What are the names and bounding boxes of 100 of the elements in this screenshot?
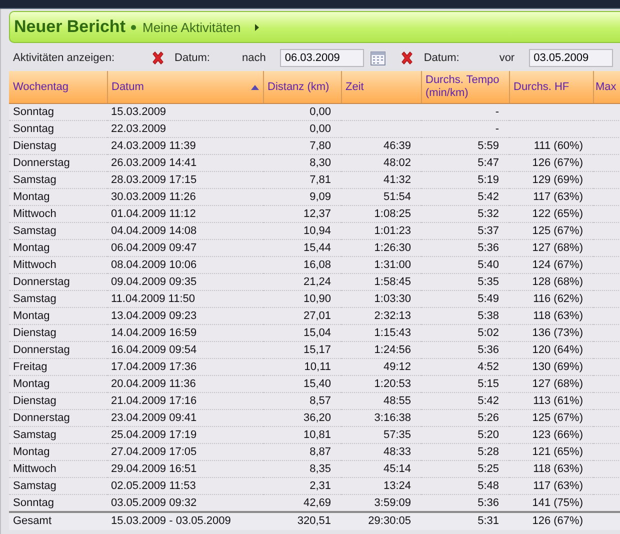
remove-icon[interactable] bbox=[400, 51, 414, 65]
table-cell: 5:47 bbox=[421, 154, 509, 172]
table-cell: 51:54 bbox=[341, 188, 421, 206]
table-cell: Dienstag bbox=[9, 392, 107, 410]
table-cell: 48:33 bbox=[341, 444, 421, 460]
table-cell: 124 (67%) bbox=[509, 256, 593, 274]
table-cell: 46:39 bbox=[341, 138, 421, 154]
table-cell: 5:35 bbox=[421, 274, 509, 290]
table-cell: 8,87 bbox=[263, 444, 341, 460]
table-cell: 10,81 bbox=[263, 426, 341, 444]
table-cell: Donnerstag bbox=[9, 154, 107, 172]
table-cell: Mittwoch bbox=[9, 460, 107, 478]
table-cell: 2,31 bbox=[263, 478, 341, 494]
table-cell: Montag bbox=[9, 444, 107, 460]
table-cell: 5:28 bbox=[421, 444, 509, 460]
table-cell: 27.04.2009 17:05 bbox=[107, 444, 263, 460]
total-cell: 5:31 bbox=[421, 512, 509, 530]
table-cell: 5:49 bbox=[421, 290, 509, 308]
table-cell: Freitag bbox=[9, 358, 107, 376]
table-cell: 9,09 bbox=[263, 188, 341, 206]
table-cell: 5:32 bbox=[421, 206, 509, 222]
table-cell: 8,57 bbox=[263, 392, 341, 410]
column-header[interactable]: Zeit bbox=[341, 71, 421, 104]
filter-field: Datum: bbox=[174, 52, 210, 64]
table-cell: 49:12 bbox=[341, 358, 421, 376]
table-cell: Mittwoch bbox=[9, 206, 107, 222]
table-cell: 1:26:30 bbox=[341, 240, 421, 256]
table-cell: 113 (61%) bbox=[509, 392, 593, 410]
table-cell: 121 (65%) bbox=[509, 444, 593, 460]
table-cell: 45:14 bbox=[341, 460, 421, 478]
table-cell: 136 (73%) bbox=[509, 324, 593, 342]
table-cell: - bbox=[421, 120, 509, 138]
table-cell: 1:20:53 bbox=[341, 376, 421, 392]
table-cell: 12,37 bbox=[263, 206, 341, 222]
remove-icon[interactable] bbox=[150, 51, 165, 65]
column-header[interactable]: Durchs. HF bbox=[509, 71, 593, 104]
column-header[interactable]: Max bbox=[593, 71, 620, 104]
table-cell: 10,90 bbox=[263, 290, 341, 308]
table-cell: 118 (63%) bbox=[509, 308, 593, 324]
table-cell: 117 (63%) bbox=[509, 478, 593, 494]
table-cell: 15,40 bbox=[263, 376, 341, 392]
table-cell: 15.03.2009 bbox=[107, 104, 263, 120]
table-cell: 5:42 bbox=[421, 188, 509, 206]
table-cell: Montag bbox=[9, 188, 107, 206]
total-cell: Gesamt bbox=[9, 512, 107, 530]
table-cell: 41:32 bbox=[341, 172, 421, 188]
table-cell: 5:38 bbox=[421, 308, 509, 324]
table-cell: 130 (69%) bbox=[509, 358, 593, 376]
column-header[interactable]: Wochentag bbox=[9, 71, 107, 104]
caret-icon[interactable] bbox=[254, 24, 259, 30]
table-cell: 5:02 bbox=[421, 324, 509, 342]
table-cell: Donnerstag bbox=[9, 274, 107, 290]
table-cell: 29.04.2009 16:51 bbox=[107, 460, 263, 478]
table-cell: 125 (67%) bbox=[509, 410, 593, 426]
table-cell: 01.04.2009 11:12 bbox=[107, 206, 263, 222]
table-cell: 5:59 bbox=[421, 138, 509, 154]
filter-label: Aktivitäten anzeigen: bbox=[13, 52, 115, 64]
table-cell: 13:24 bbox=[341, 478, 421, 494]
table-cell: 10,94 bbox=[263, 222, 341, 240]
table-cell: Samstag bbox=[9, 426, 107, 444]
table-cell: 5:48 bbox=[421, 478, 509, 494]
table-cell: 1:03:30 bbox=[341, 290, 421, 308]
table-cell: 116 (62%) bbox=[509, 290, 593, 308]
table-cell: 4:52 bbox=[421, 358, 509, 376]
table-cell: 48:55 bbox=[341, 392, 421, 410]
table-cell: 1:58:45 bbox=[341, 274, 421, 290]
date-field[interactable]: 06.03.2009 bbox=[280, 49, 364, 67]
table-cell: 48:02 bbox=[341, 154, 421, 172]
table-cell: 22.03.2009 bbox=[107, 120, 263, 138]
bullet-icon bbox=[131, 24, 136, 30]
table-cell: 8,35 bbox=[263, 460, 341, 478]
table-cell: Dienstag bbox=[9, 138, 107, 154]
table-cell: 26.03.2009 14:41 bbox=[107, 154, 263, 172]
calendar-icon[interactable] bbox=[370, 50, 386, 66]
date-field[interactable]: 03.05.2009 bbox=[528, 49, 613, 67]
table-cell: 11.04.2009 11:50 bbox=[107, 290, 263, 308]
table-cell: Montag bbox=[9, 308, 107, 324]
column-header[interactable]: Datum bbox=[107, 71, 263, 104]
table-cell: 17.04.2009 17:36 bbox=[107, 358, 263, 376]
table-cell: 15,44 bbox=[263, 240, 341, 256]
table-cell: 28.03.2009 17:15 bbox=[107, 172, 263, 188]
table-cell: 5:26 bbox=[421, 410, 509, 426]
table-cell: 118 (63%) bbox=[509, 460, 593, 478]
table-cell: 7,80 bbox=[263, 138, 341, 154]
table-cell: 5:36 bbox=[421, 240, 509, 256]
filter-relation: nach bbox=[242, 52, 266, 64]
table-cell: 16.04.2009 09:54 bbox=[107, 342, 263, 358]
table-cell: 27,01 bbox=[263, 308, 341, 324]
total-cell: 320,51 bbox=[263, 512, 341, 530]
column-header[interactable]: Durchs. Tempo (min/km) bbox=[421, 71, 509, 104]
total-cell: 29:30:05 bbox=[341, 512, 421, 530]
table-cell: 20.04.2009 11:36 bbox=[107, 376, 263, 392]
table-cell: - bbox=[421, 104, 509, 120]
table-cell: Samstag bbox=[9, 478, 107, 494]
table-cell: 24.03.2009 11:39 bbox=[107, 138, 263, 154]
column-header[interactable]: Distanz (km) bbox=[263, 71, 341, 104]
table-cell: Donnerstag bbox=[9, 410, 107, 426]
breadcrumb-link[interactable]: Meine Aktivitäten bbox=[142, 20, 241, 34]
table-cell: 1:15:43 bbox=[341, 324, 421, 342]
table-cell: 0,00 bbox=[263, 104, 341, 120]
